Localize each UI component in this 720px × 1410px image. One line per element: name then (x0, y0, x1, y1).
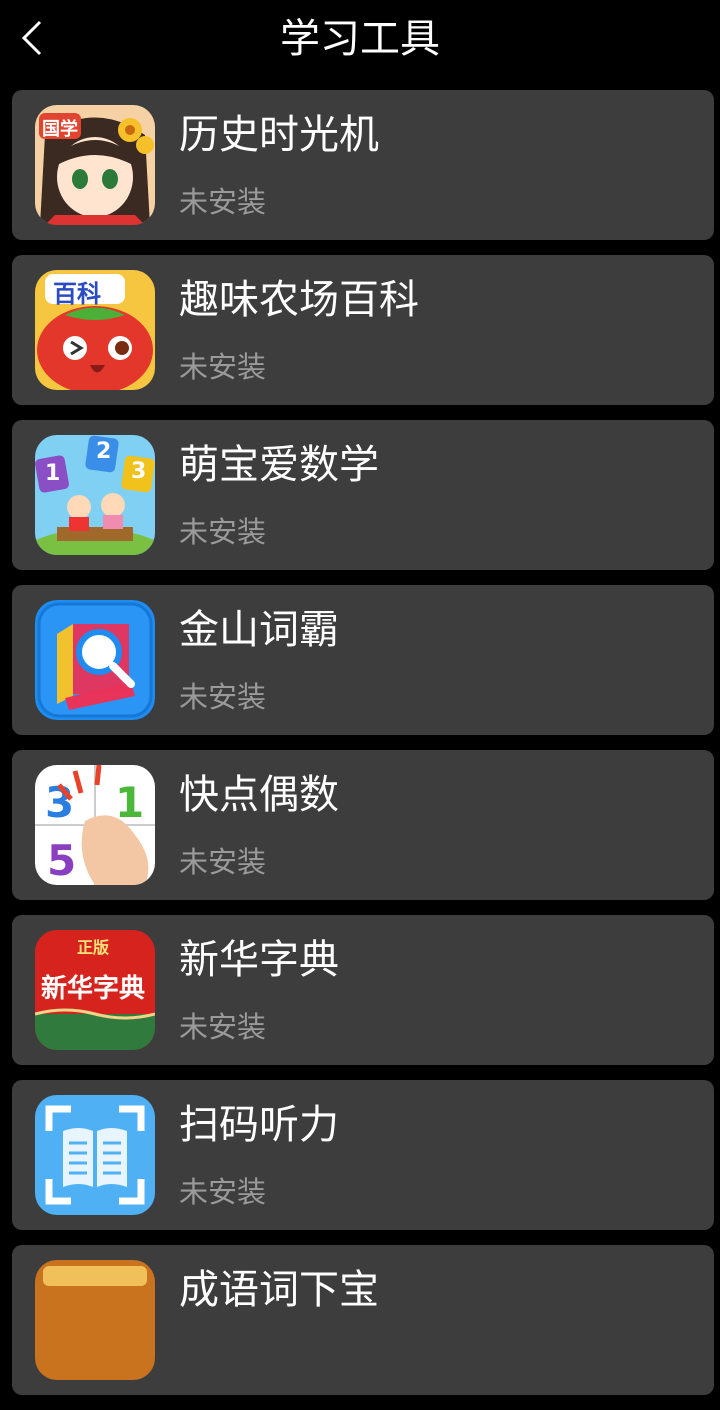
app-card[interactable]: 正版 新华字典 新华字典 未安装 (12, 915, 714, 1065)
install-status: 未安装 (179, 1175, 267, 1209)
app-card[interactable]: 金山词霸 未安装 (12, 585, 714, 735)
install-status: 未安装 (179, 1010, 267, 1044)
app-name: 快点偶数 (179, 772, 339, 818)
app-card[interactable]: 1 2 3 萌宝爱数学 未安装 (12, 420, 714, 570)
app-card[interactable]: 成语词下宝 (12, 1245, 714, 1395)
top-bar: 学习工具 (0, 0, 720, 82)
app-name: 历史时光机 (179, 112, 379, 158)
app-name: 萌宝爱数学 (179, 442, 379, 488)
svg-text:5: 5 (47, 836, 76, 885)
app-card[interactable]: 3 1 5 快点偶数 未安装 (12, 750, 714, 900)
icon-badge-text: 百科 (53, 280, 101, 308)
history-girl-app-icon: 国学 (35, 105, 155, 225)
app-name: 扫码听力 (179, 1102, 339, 1148)
app-card[interactable]: 扫码听力 未安装 (12, 1080, 714, 1230)
xinhua-dictionary-app-icon: 正版 新华字典 (35, 930, 155, 1050)
page-title: 学习工具 (280, 16, 440, 62)
icon-digit-2: 2 (96, 439, 112, 464)
app-name: 新华字典 (179, 937, 339, 983)
icon-title-text: 新华字典 (41, 974, 146, 1004)
icon-badge-text: 正版 (77, 938, 110, 957)
numbers-hand-app-icon: 3 1 5 (35, 765, 155, 885)
install-status: 未安装 (179, 680, 267, 714)
icon-digit-3: 3 (131, 459, 147, 484)
icon-digit-1: 1 (45, 461, 61, 486)
app-name: 金山词霸 (179, 607, 339, 653)
partial-app-icon (35, 1260, 155, 1380)
install-status: 未安装 (179, 185, 267, 219)
math-kids-app-icon: 1 2 3 (35, 435, 155, 555)
app-card[interactable]: 百科 趣味农场百科 未安装 (12, 255, 714, 405)
tomato-app-icon: 百科 (35, 270, 155, 390)
install-status: 未安装 (179, 845, 267, 879)
app-list: 国学 历史时光机 未安装 百科 趣味农场百科 未安装 1 2 3 萌宝爱数学 未… (12, 90, 714, 1410)
scan-book-app-icon (35, 1095, 155, 1215)
app-name: 成语词下宝 (179, 1267, 379, 1313)
install-status: 未安装 (179, 515, 267, 549)
app-card[interactable]: 国学 历史时光机 未安装 (12, 90, 714, 240)
app-name: 趣味农场百科 (179, 277, 419, 323)
icon-badge-text: 国学 (42, 119, 78, 140)
magnifier-book-app-icon (35, 600, 155, 720)
install-status: 未安装 (179, 350, 267, 384)
